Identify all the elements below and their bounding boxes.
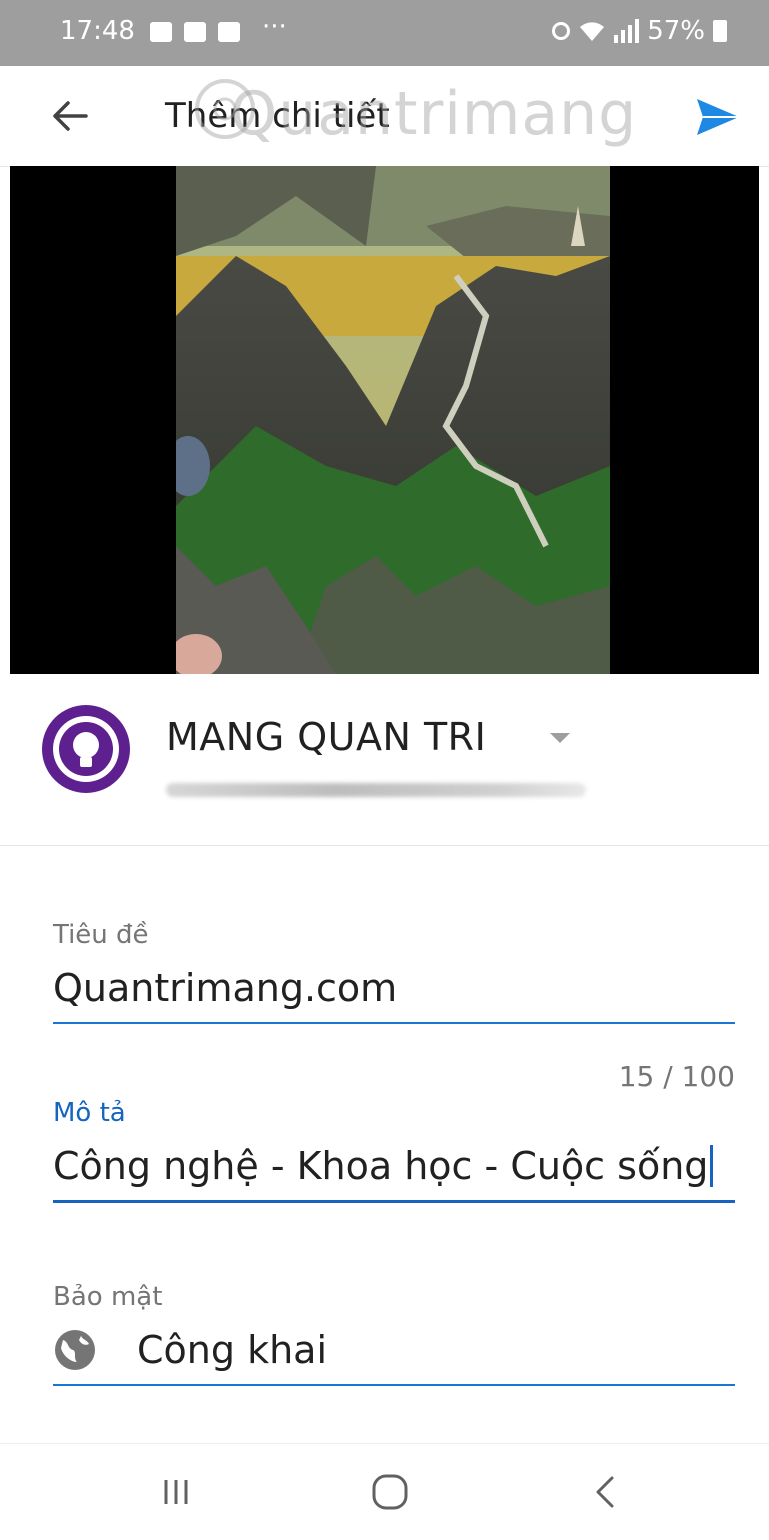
watermark-text: Quantrimang [230,79,638,149]
watermark: Quantrimang [190,74,637,149]
description-input[interactable]: Công nghệ - Khoa học - Cuộc sống [53,1144,735,1188]
character-counter: 15 / 100 [618,1060,735,1093]
title-input[interactable]: Quantrimang.com [53,966,735,1010]
message-notification-icon [184,22,206,42]
signal-icon [614,19,640,43]
privacy-label: Bảo mật [53,1282,163,1312]
status-right: 57% [552,16,727,46]
home-button[interactable] [360,1462,420,1522]
description-text: Công nghệ - Khoa học - Cuộc sống [53,1144,709,1188]
privacy-value: Công khai [137,1328,327,1372]
title-field[interactable]: Tiêu đề Quantrimang.com [53,920,735,1024]
mountain-photo [176,166,610,674]
back-arrow-icon [53,101,88,131]
system-nav-bar [0,1443,769,1540]
app-bar: Thêm chi tiết Quantrimang [0,66,769,167]
battery-icon [713,20,727,42]
recents-button[interactable] [146,1462,206,1522]
account-selector[interactable]: MANG QUAN TRI [0,675,769,846]
title-underline [53,1022,735,1024]
title-label: Tiêu đề [53,920,149,950]
nav-back-button[interactable] [575,1462,635,1522]
status-bar: 17:48 ··· 57% [0,0,769,66]
home-icon [372,1474,408,1510]
battery-percent: 57% [647,16,705,46]
text-cursor [710,1145,714,1187]
wifi-icon [580,22,605,41]
image-notification-icon [218,22,240,42]
description-field[interactable]: Mô tả Công nghệ - Khoa học - Cuộc sống [53,1098,735,1203]
avatar [42,705,130,793]
globe-icon [55,1330,95,1370]
privacy-underline [53,1384,735,1386]
media-preview [10,166,759,674]
alarm-icon [552,22,571,40]
status-time: 17:48 [60,16,135,46]
chevron-down-icon[interactable] [550,733,570,743]
gallery-notification-icon [150,22,172,42]
account-email-blurred [166,783,586,797]
send-button[interactable] [690,90,746,144]
description-label: Mô tả [53,1098,126,1128]
nav-back-icon [596,1476,614,1508]
description-underline [53,1200,735,1203]
back-button[interactable] [40,88,100,144]
more-notifications: ··· [262,12,287,42]
privacy-field[interactable]: Bảo mật Công khai [53,1282,735,1386]
send-icon [697,99,739,135]
privacy-selector[interactable]: Công khai [53,1328,735,1372]
recents-icon [164,1480,188,1504]
account-name: MANG QUAN TRI [166,715,487,759]
